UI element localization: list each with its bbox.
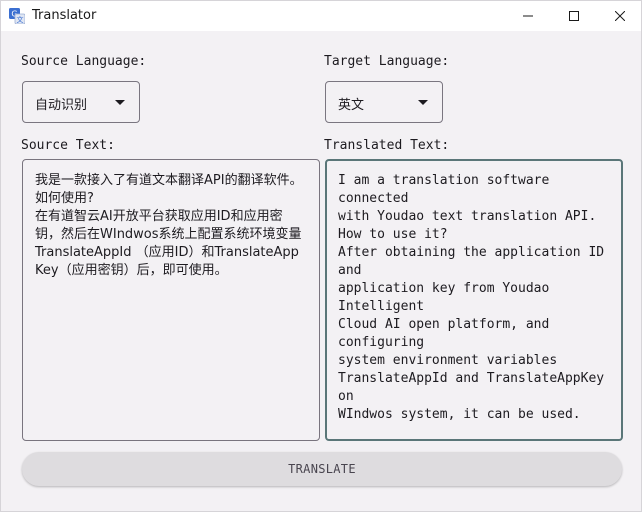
close-button[interactable] xyxy=(597,1,642,31)
chevron-down-icon xyxy=(418,100,428,105)
translated-text-area[interactable]: I am a translation software connected wi… xyxy=(325,159,623,441)
source-language-value: 自动识别 xyxy=(35,98,88,113)
svg-text:文: 文 xyxy=(17,15,24,24)
translate-button[interactable]: TRANSLATE xyxy=(22,452,622,486)
target-language-value: 英文 xyxy=(338,98,365,113)
maximize-button[interactable] xyxy=(551,1,597,31)
minimize-icon xyxy=(523,11,533,21)
source-text-label: Source Text: xyxy=(21,138,115,153)
source-language-select[interactable]: 自动识别 xyxy=(22,81,140,123)
target-language-select[interactable]: 英文 xyxy=(325,81,443,123)
source-language-label: Source Language: xyxy=(21,54,147,69)
translate-icon: G 文 xyxy=(9,8,26,25)
source-text-area[interactable]: 我是一款接入了有道文本翻译API的翻译软件。 如何使用? 在有道智云AI开放平台… xyxy=(22,159,320,441)
maximize-icon xyxy=(569,11,579,21)
title-bar: G 文 Translator xyxy=(1,1,641,31)
chevron-down-icon xyxy=(115,100,125,105)
minimize-button[interactable] xyxy=(505,1,551,31)
close-icon xyxy=(615,11,625,21)
window-title: Translator xyxy=(32,8,97,23)
translator-window: G 文 Translator Source Language: Target L… xyxy=(0,0,642,512)
translated-text-label: Translated Text: xyxy=(324,138,450,153)
target-language-label: Target Language: xyxy=(324,54,450,69)
